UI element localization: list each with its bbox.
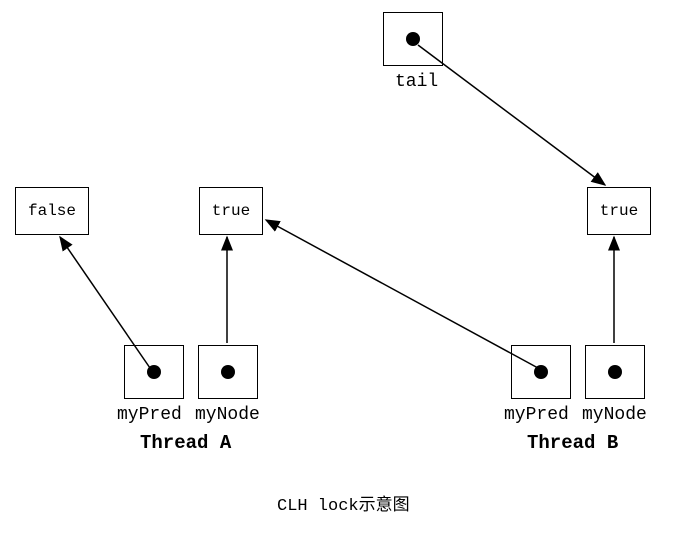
dot-icon <box>221 365 235 379</box>
dot-icon <box>406 32 420 46</box>
diagram-caption: CLH lock示意图 <box>277 490 410 516</box>
thread-b-mynode-label: myNode <box>582 405 647 425</box>
dot-icon <box>147 365 161 379</box>
thread-a-mynode-box <box>198 345 258 399</box>
tail-pointer-box <box>383 12 443 66</box>
qnode-value: true <box>600 202 638 220</box>
thread-a-mynode-label: myNode <box>195 405 260 425</box>
tail-label: tail <box>395 72 438 92</box>
arrow-layer <box>0 0 681 536</box>
dot-icon <box>608 365 622 379</box>
thread-a-mypred-box <box>124 345 184 399</box>
thread-a-title: Thread A <box>140 432 231 454</box>
thread-b-mynode-box <box>585 345 645 399</box>
qnode-false: false <box>15 187 89 235</box>
thread-a-mypred-label: myPred <box>117 405 182 425</box>
qnode-value: true <box>212 202 250 220</box>
thread-b-title: Thread B <box>527 432 618 454</box>
qnode-value: false <box>28 202 76 220</box>
dot-icon <box>534 365 548 379</box>
diagram-canvas: tail false true true myPred myNode Threa… <box>0 0 681 536</box>
thread-b-mypred-label: myPred <box>504 405 569 425</box>
qnode-true-b: true <box>587 187 651 235</box>
qnode-true-a: true <box>199 187 263 235</box>
thread-b-mypred-box <box>511 345 571 399</box>
